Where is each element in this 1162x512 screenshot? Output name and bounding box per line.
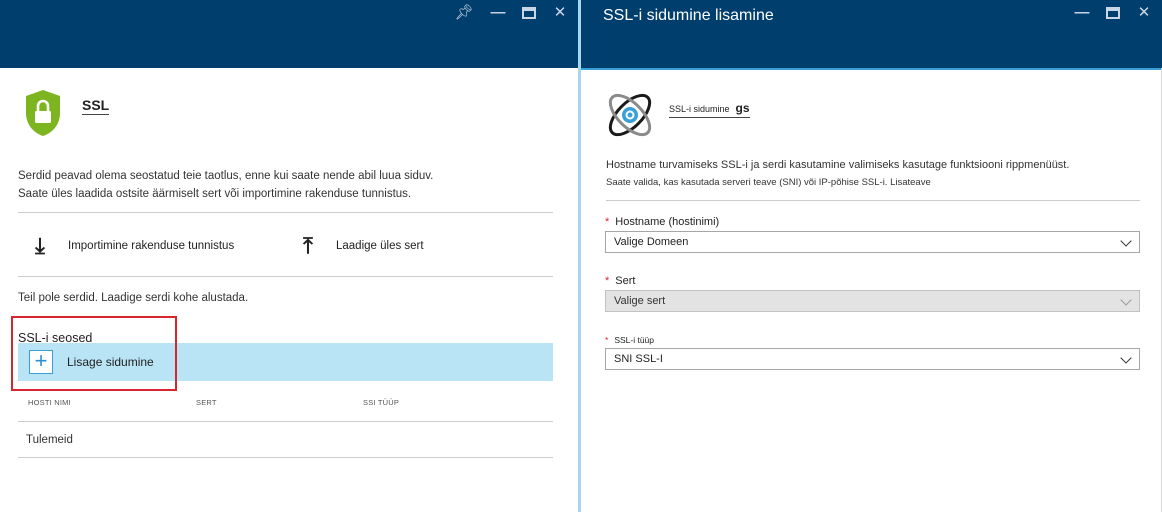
- ssl-blade: 📌︎ — ✕ SSL Serdid peavad olema seostatud…: [0, 0, 578, 512]
- ssl-description-line2: Saate üles laadida ostsite äärmiselt ser…: [18, 188, 412, 200]
- column-header-hostname: HOSTI NIMI: [28, 398, 71, 407]
- binding-name: SSL-i sidumine gs: [669, 101, 750, 118]
- add-ssl-binding-header: SSL-i sidumine lisamine — ✕: [581, 0, 1162, 68]
- hostname-label: * Hostname (hostinimi): [605, 216, 719, 228]
- binding-description-line2: Saate valida, kas kasutada serveri teave…: [606, 177, 931, 188]
- ssl-description-line1: Serdid peavad olema seostatud teie taotl…: [18, 170, 434, 182]
- binding-name-label: SSL-i sidumine: [669, 104, 730, 114]
- blade-title: SSL-i sidumine lisamine: [603, 7, 774, 24]
- download-icon: ⤓: [35, 233, 45, 258]
- ssl-description: Serdid peavad olema seostatud teie taotl…: [18, 167, 433, 203]
- maximize-icon[interactable]: [1106, 7, 1120, 19]
- ssl-blade-controls: 📌︎ — ✕: [454, 4, 570, 22]
- binding-name-value: gs: [735, 101, 750, 115]
- divider: [606, 200, 1140, 201]
- upload-certificate-label: Laadige üles sert: [336, 240, 424, 252]
- pin-icon[interactable]: 📌︎: [454, 4, 474, 22]
- certificate-label-text: Sert: [615, 275, 636, 287]
- column-header-certificate: SERT: [196, 398, 217, 407]
- certificate-select[interactable]: Valige sert: [605, 290, 1140, 312]
- chevron-down-icon: [1120, 352, 1132, 364]
- ssl-type-select[interactable]: SNI SSL-I: [605, 348, 1140, 370]
- add-ssl-binding-controls: — ✕: [1072, 4, 1154, 22]
- divider: [18, 457, 553, 458]
- required-marker: *: [605, 216, 610, 228]
- ssl-title: SSL: [82, 97, 110, 115]
- close-icon[interactable]: ✕: [550, 4, 570, 22]
- certificate-label: * Sert: [605, 275, 635, 287]
- required-marker: *: [605, 275, 610, 287]
- required-marker: *: [605, 335, 609, 345]
- minimize-icon[interactable]: —: [488, 4, 508, 22]
- hostname-select-value: Valige Domeen: [614, 236, 689, 248]
- divider: [18, 212, 553, 213]
- hostname-select[interactable]: Valige Domeen: [605, 231, 1140, 253]
- certificate-select-value: Valige sert: [614, 295, 666, 307]
- header-accent: [581, 68, 1162, 70]
- binding-description-line1: Hostname turvamiseks SSL-i ja serdi kasu…: [606, 159, 1070, 171]
- add-ssl-binding-blade: SSL-i sidumine lisamine — ✕ SSL-i sidumi…: [581, 0, 1162, 512]
- divider: [18, 421, 553, 422]
- ssl-blade-header: 📌︎ — ✕: [0, 0, 578, 68]
- ssl-type-label-text: SSL-i tüüp: [614, 335, 655, 345]
- ssl-type-select-value: SNI SSL-I: [614, 353, 663, 365]
- shield-lock-icon: [26, 90, 60, 136]
- import-certificate-button[interactable]: ⤓ Importimine rakenduse tunnistus: [28, 233, 234, 259]
- column-header-ssl-type: SSI TÜÜP: [363, 398, 400, 407]
- upload-icon: ⤒: [303, 233, 313, 258]
- divider: [18, 276, 553, 277]
- minimize-icon[interactable]: —: [1072, 4, 1092, 22]
- import-certificate-label: Importimine rakenduse tunnistus: [68, 240, 235, 252]
- binding-description: Hostname turvamiseks SSL-i ja serdi kasu…: [606, 156, 1069, 192]
- ssl-heading: SSL: [24, 89, 110, 137]
- maximize-icon[interactable]: [522, 7, 536, 19]
- chevron-down-icon: [1120, 294, 1132, 306]
- hostname-label-text: Hostname (hostinimi): [615, 216, 720, 228]
- ssl-binding-icon: [608, 93, 652, 137]
- no-results-message: Tulemeid: [26, 434, 73, 446]
- upload-certificate-button[interactable]: ⤒ Laadige üles sert: [296, 233, 424, 259]
- close-icon[interactable]: ✕: [1134, 4, 1154, 22]
- no-certificates-message: Teil pole serdid. Laadige serdi kohe alu…: [18, 292, 249, 304]
- highlight-box: [11, 316, 177, 391]
- chevron-down-icon: [1120, 235, 1132, 247]
- ssl-type-label: * SSL-i tüüp: [605, 335, 654, 345]
